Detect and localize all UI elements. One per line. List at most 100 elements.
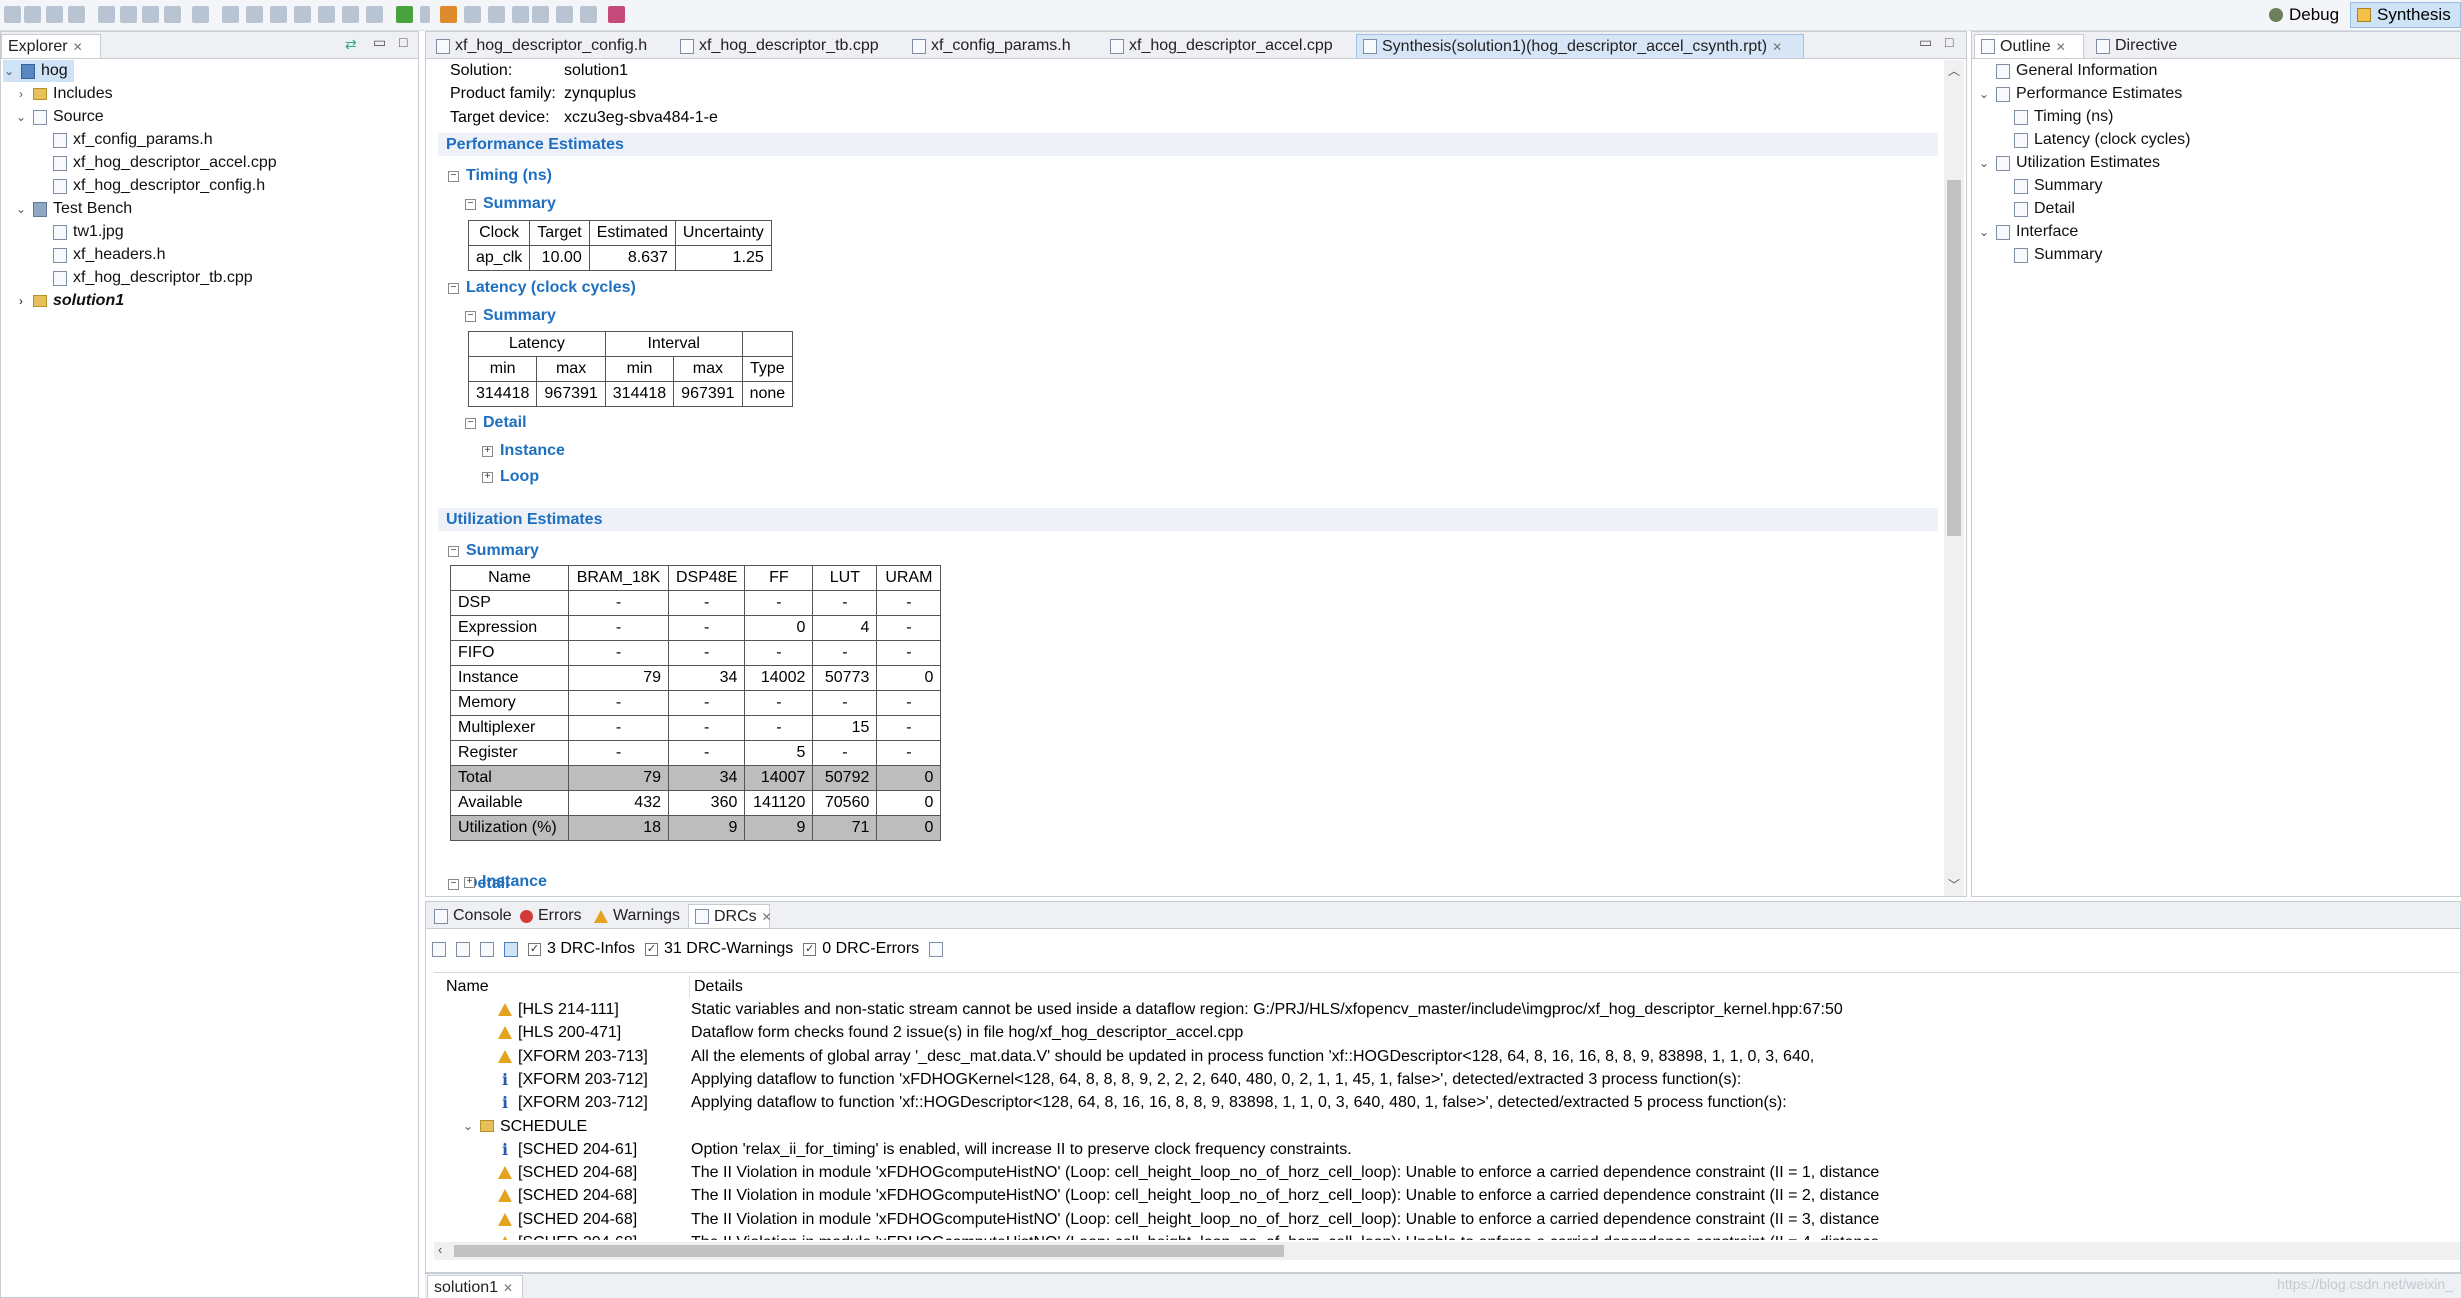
collapse-icon[interactable]: −	[465, 310, 476, 322]
export-rtl-icon[interactable]	[318, 6, 335, 23]
stop-icon[interactable]	[532, 6, 549, 23]
save-icon[interactable]	[24, 6, 41, 23]
editor-tab[interactable]: xf_hog_descriptor_config.h	[430, 34, 670, 58]
help-icon[interactable]	[608, 6, 625, 23]
perspective-synthesis[interactable]: Synthesis	[2350, 2, 2461, 28]
maximize-icon[interactable]: □	[399, 34, 407, 50]
checkbox-checked-icon[interactable]: ✓	[645, 942, 659, 956]
tab-console[interactable]: Console	[428, 904, 512, 928]
chevron-down-icon[interactable]: ⌄	[1978, 221, 1990, 243]
drc-row[interactable]: i [SCHED 204-61] Option 'relax_ii_for_timi…	[434, 1138, 2460, 1161]
checkbox-icon[interactable]	[464, 6, 481, 23]
new-icon[interactable]	[4, 6, 21, 23]
tree-item-file[interactable]: xf_config_params.h	[53, 129, 213, 151]
analysis-icon[interactable]	[488, 6, 505, 23]
drc-row[interactable]: [SCHED 204-68] The II Violation in module…	[434, 1161, 2460, 1184]
editor-vertical-scrollbar[interactable]: ︿ ﹀	[1944, 60, 1964, 896]
drc-horizontal-scrollbar[interactable]: ‹	[434, 1242, 2460, 1260]
outline-item[interactable]: Timing (ns)	[2014, 106, 2113, 128]
scroll-down-icon[interactable]: ﹀	[1948, 876, 1960, 893]
outline-item[interactable]: Latency (clock cycles)	[2014, 129, 2191, 151]
collapse-icon[interactable]: −	[448, 170, 459, 182]
editor-tab-active[interactable]: Synthesis(solution1)(hog_descriptor_acce…	[1356, 34, 1804, 58]
subsection-detail-loop[interactable]: + Loop	[482, 468, 539, 486]
drc-row[interactable]: [SCHED 204-68] The II Violation in module…	[434, 1184, 2460, 1207]
expand-all-icon[interactable]	[480, 941, 494, 957]
editor-tab[interactable]: xf_hog_descriptor_accel.cpp	[1104, 34, 1352, 58]
subsection-timing-summary[interactable]: − Summary	[465, 195, 556, 213]
drc-row[interactable]: i [XFORM 203-712] Applying dataflow to fun…	[434, 1091, 2460, 1114]
index-icon[interactable]	[222, 6, 239, 23]
expand-icon[interactable]: +	[482, 471, 493, 483]
column-header-details[interactable]: Details	[689, 975, 743, 998]
chevron-right-icon[interactable]: ›	[15, 290, 27, 312]
tree-item-file[interactable]: xf_hog_descriptor_accel.cpp	[53, 152, 277, 174]
cut-icon[interactable]	[98, 6, 115, 23]
minimize-icon[interactable]: ▭	[1919, 34, 1932, 51]
chevron-down-icon[interactable]: ⌄	[3, 60, 15, 82]
subsection-utilization-detail-instance[interactable]: + Instance	[464, 873, 547, 891]
chevron-down-icon[interactable]: ⌄	[1978, 152, 1990, 174]
tree-item-file[interactable]: xf_headers.h	[53, 244, 166, 266]
chevron-right-icon[interactable]: ›	[15, 83, 27, 105]
drc-row[interactable]: [HLS 200-471] Dataflow form checks found …	[434, 1021, 2460, 1044]
filter-drc-infos[interactable]: ✓ 3 DRC-Infos	[528, 940, 635, 958]
column-header-name[interactable]: Name	[434, 975, 690, 998]
tab-solution1[interactable]: solution1 ✕	[427, 1275, 523, 1298]
tab-outline[interactable]: Outline ✕	[1974, 34, 2084, 58]
run-cosim-icon[interactable]	[294, 6, 311, 23]
dropdown-icon[interactable]	[512, 6, 529, 23]
drc-row[interactable]: i [XFORM 203-712] Applying dataflow to fun…	[434, 1068, 2460, 1091]
save-all-icon[interactable]	[46, 6, 63, 23]
open-report-icon[interactable]	[366, 6, 383, 23]
grid-icon[interactable]	[440, 6, 457, 23]
drc-row[interactable]: [HLS 214-111] Static variables and non-st…	[434, 998, 2460, 1021]
scroll-thumb[interactable]	[1947, 180, 1961, 536]
editor-tab[interactable]: xf_config_params.h	[906, 34, 1098, 58]
project-settings-icon[interactable]	[192, 6, 209, 23]
chevron-down-icon[interactable]: ⌄	[1978, 83, 1990, 105]
outline-item[interactable]: General Information	[1996, 60, 2157, 82]
chevron-down-icon[interactable]: ⌄	[462, 1115, 474, 1138]
tree-item-file[interactable]: xf_hog_descriptor_config.h	[53, 175, 265, 197]
scroll-left-icon[interactable]: ‹	[438, 1242, 442, 1257]
sync-icon[interactable]: ⇄	[345, 36, 357, 53]
collapse-icon[interactable]: −	[448, 282, 459, 294]
drc-row[interactable]: [SCHED 204-68] The II Violation in module…	[434, 1231, 2460, 1240]
subsection-latency-detail[interactable]: − Detail	[465, 414, 527, 432]
drc-row[interactable]: [SCHED 204-68] The II Violation in module…	[434, 1208, 2460, 1231]
run-c-simulation-icon[interactable]	[246, 6, 263, 23]
tree-item-file[interactable]: tw1.jpg	[53, 221, 124, 243]
compare-reports-icon[interactable]	[342, 6, 359, 23]
tab-warnings[interactable]: Warnings	[588, 904, 686, 928]
minimize-icon[interactable]: ▭	[373, 34, 386, 51]
filter-drc-warnings[interactable]: ✓ 31 DRC-Warnings	[645, 940, 793, 958]
subsection-latency-summary[interactable]: − Summary	[465, 307, 556, 325]
close-icon[interactable]: ✕	[2056, 35, 2066, 59]
close-icon[interactable]: ✕	[762, 905, 772, 929]
checkbox-checked-icon[interactable]: ✓	[528, 942, 541, 956]
close-icon[interactable]: ✕	[503, 1276, 513, 1298]
checkbox-checked-icon[interactable]: ✓	[803, 942, 817, 956]
tab-explorer[interactable]: Explorer ✕	[1, 34, 101, 58]
collapse-all-icon[interactable]	[456, 941, 470, 957]
columns-icon[interactable]	[929, 941, 944, 957]
outline-item[interactable]: ⌄ Utilization Estimates	[1978, 152, 2160, 174]
clear-icon[interactable]	[432, 941, 446, 957]
tree-item-source[interactable]: ⌄ Source	[15, 106, 104, 128]
expand-icon[interactable]: +	[464, 876, 475, 888]
run-synthesis-icon[interactable]	[270, 6, 287, 23]
collapse-icon[interactable]: −	[448, 545, 459, 557]
drc-row[interactable]: ⌄ SCHEDULE	[434, 1115, 2460, 1138]
tree-item-includes[interactable]: › Includes	[15, 83, 113, 105]
outline-item[interactable]: ⌄ Interface	[1978, 221, 2078, 243]
outline-item[interactable]: Summary	[2014, 244, 2102, 266]
collapse-icon[interactable]: −	[448, 878, 459, 890]
waveform-icon[interactable]	[580, 6, 597, 23]
tab-directive[interactable]: Directive	[2090, 34, 2210, 58]
print-icon[interactable]	[68, 6, 85, 23]
drc-row[interactable]: [XFORM 203-713] All the elements of globa…	[434, 1045, 2460, 1068]
tree-item-file[interactable]: xf_hog_descriptor_tb.cpp	[53, 267, 253, 289]
tree-item-solution[interactable]: › solution1	[15, 290, 124, 312]
scroll-thumb[interactable]	[454, 1245, 1284, 1257]
